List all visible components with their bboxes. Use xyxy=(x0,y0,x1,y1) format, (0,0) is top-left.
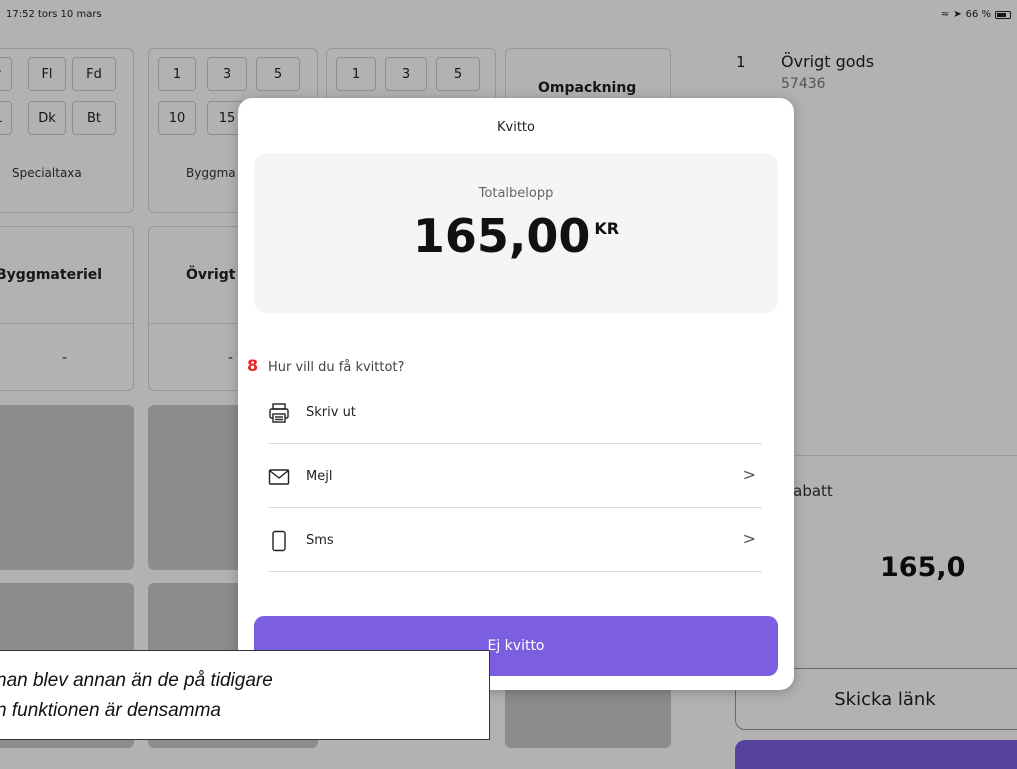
step-number-badge: 8 xyxy=(247,356,259,375)
option-email-label: Mejl xyxy=(306,469,333,484)
total-amount: 165,00 KR xyxy=(254,209,778,263)
chevron-right-icon: > xyxy=(742,465,756,484)
phone-icon xyxy=(268,530,290,552)
total-box: Totalbelopp 165,00 KR xyxy=(254,153,778,313)
mail-icon xyxy=(268,466,290,488)
option-sms-label: Sms xyxy=(306,533,334,548)
annotation-line-2: n funktionen är densamma xyxy=(0,700,221,721)
annotation-line-1: nan blev annan än de på tidigare xyxy=(0,670,273,691)
option-print-label: Skriv ut xyxy=(306,405,356,420)
chevron-right-icon: > xyxy=(742,529,756,548)
total-currency: KR xyxy=(594,219,620,238)
total-value: 165,00 xyxy=(412,209,591,263)
receipt-question: Hur vill du få kvittot? xyxy=(268,360,405,375)
receipt-modal: Kvitto Totalbelopp 165,00 KR 8 Hur vill d… xyxy=(238,98,794,690)
option-print[interactable]: Skriv ut xyxy=(268,382,762,444)
option-sms[interactable]: Sms > xyxy=(268,510,762,572)
modal-title: Kvitto xyxy=(497,120,535,135)
total-label: Totalbelopp xyxy=(478,186,554,201)
printer-icon xyxy=(268,402,290,424)
annotation-callout: nan blev annan än de på tidigare n funkt… xyxy=(0,650,490,740)
option-email[interactable]: Mejl > xyxy=(268,446,762,508)
